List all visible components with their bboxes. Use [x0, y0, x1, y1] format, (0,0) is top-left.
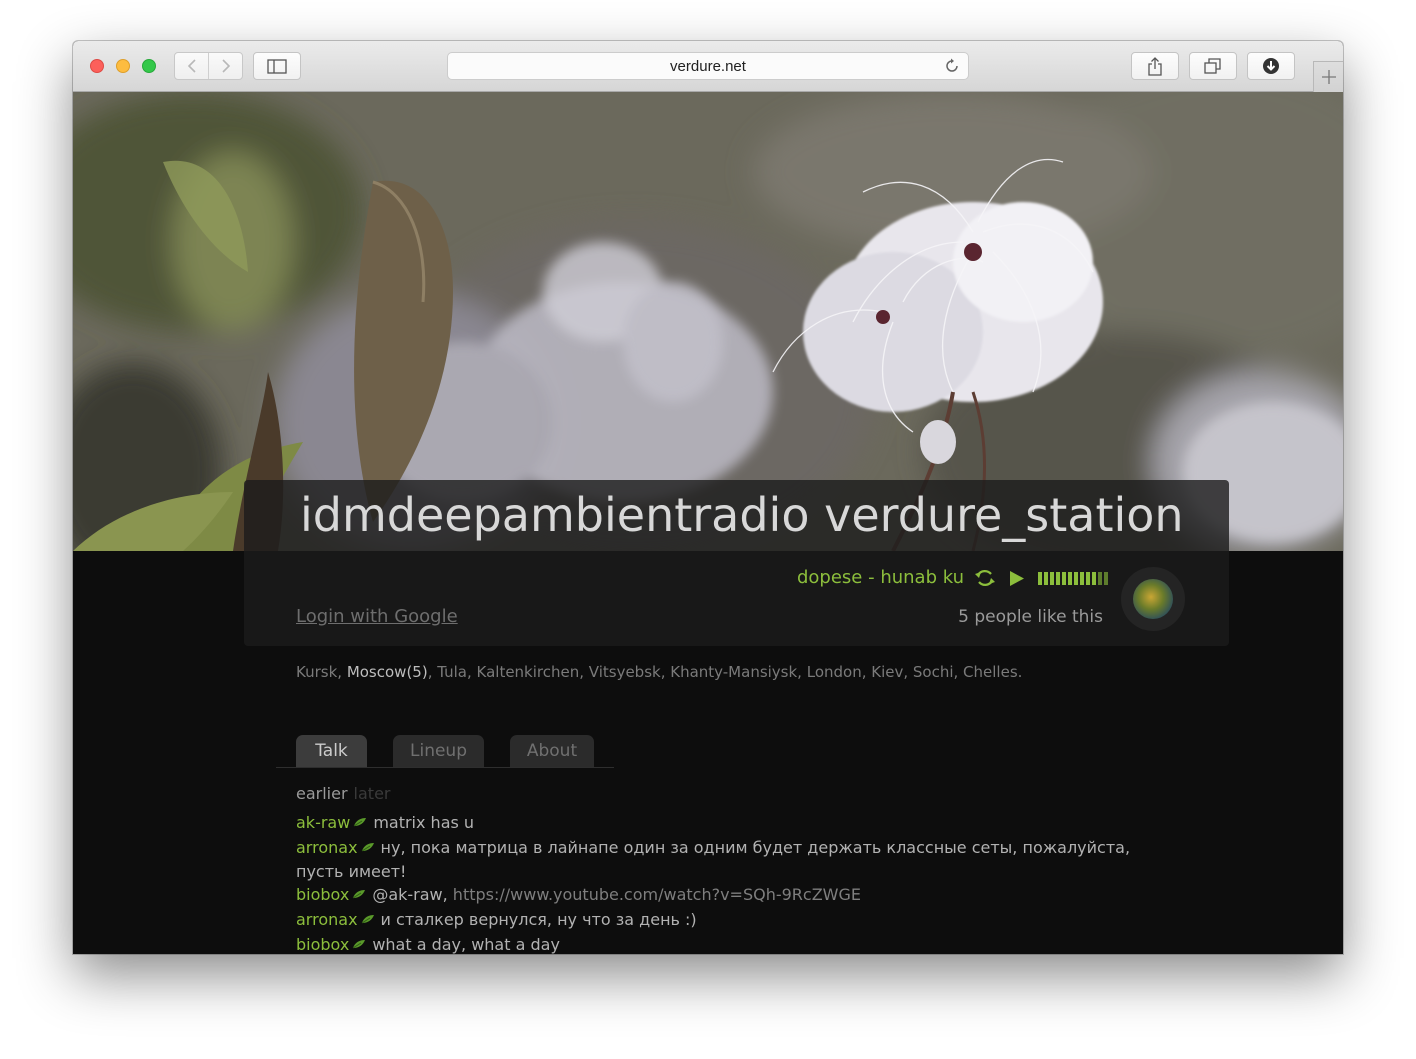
new-tab-button[interactable] — [1313, 61, 1343, 92]
chat-nick[interactable]: arronax — [296, 838, 358, 857]
content-tabs: Talk Lineup About — [276, 734, 614, 768]
address-bar[interactable]: verdure.net — [447, 52, 969, 80]
chat-nick[interactable]: ak-raw — [296, 813, 350, 832]
sidebar-toggle-button[interactable] — [253, 52, 301, 80]
level-bar — [1098, 572, 1102, 585]
dj-avatar[interactable] — [1121, 567, 1185, 631]
plus-icon — [1321, 70, 1336, 84]
share-icon — [1148, 56, 1162, 76]
reload-icon[interactable] — [944, 58, 960, 74]
chat-text: и сталкер вернулся, ну что за день :) — [380, 910, 697, 929]
chat-nick[interactable]: biobox — [296, 935, 349, 954]
cities-after: , Tula, Kaltenkirchen, Vitsyebsk, Khanty… — [427, 663, 1023, 681]
zoom-window-button[interactable] — [142, 59, 156, 73]
chat-text: ну, пока матрица в лайнапе один за одним… — [296, 838, 1131, 881]
chat-nick[interactable]: biobox — [296, 885, 349, 904]
history-navigation — [174, 52, 243, 80]
station-title: idmdeepambientradio verdure_station — [300, 488, 1184, 542]
chat-text: @ak-raw, — [372, 885, 453, 904]
leaf-icon — [353, 811, 367, 833]
chat-text: what a day, what a day — [372, 935, 560, 954]
shuffle-cycle-icon[interactable] — [974, 568, 996, 588]
level-bar — [1104, 572, 1108, 585]
chat-message: arronax ну, пока матрица в лайнапе один з… — [296, 836, 1176, 883]
level-bar — [1068, 572, 1072, 585]
browser-window: verdure.net idmdeepambientradio verdure_… — [73, 41, 1343, 954]
chevron-left-icon — [187, 59, 196, 73]
listener-cities: Kursk, Moscow(5), Tula, Kaltenkirchen, V… — [296, 663, 1022, 681]
level-bar — [1044, 572, 1048, 585]
tabs-overview-icon — [1204, 58, 1221, 74]
level-bar — [1038, 572, 1042, 585]
tab-lineup[interactable]: Lineup — [393, 735, 484, 767]
tab-about[interactable]: About — [510, 735, 594, 767]
close-window-button[interactable] — [90, 59, 104, 73]
forward-button[interactable] — [208, 53, 242, 79]
likes-count[interactable]: 5 people like this — [958, 607, 1103, 627]
chat-message: biobox @ak-raw, https://www.youtube.com/w… — [296, 883, 1176, 908]
chat-message: arronax и сталкер вернулся, ну что за ден… — [296, 908, 1176, 933]
download-icon — [1263, 58, 1279, 74]
share-button[interactable] — [1131, 52, 1179, 80]
minimize-window-button[interactable] — [116, 59, 130, 73]
play-icon[interactable] — [1009, 570, 1025, 587]
chat-nick[interactable]: arronax — [296, 910, 358, 929]
chat-message: ak-raw matrix has u — [296, 811, 1176, 836]
later-link[interactable]: later — [354, 784, 391, 803]
level-bar — [1062, 572, 1066, 585]
chevron-right-icon — [221, 59, 230, 73]
tabs-overview-button[interactable] — [1189, 52, 1237, 80]
tab-talk[interactable]: Talk — [296, 735, 367, 767]
chat-paging: earlier later — [296, 784, 391, 803]
browser-toolbar: verdure.net — [73, 41, 1343, 92]
earlier-link[interactable]: earlier — [296, 784, 348, 803]
leaf-icon — [361, 836, 375, 858]
level-bar — [1092, 572, 1096, 585]
cities-highlight: Moscow(5) — [346, 663, 428, 681]
chat-message: biobox what a day, what a day — [296, 933, 1176, 954]
level-bar — [1080, 572, 1084, 585]
chat-messages: ak-raw matrix has u arronax ну, пока матриц… — [296, 811, 1176, 954]
chat-link[interactable]: https://www.youtube.com/watch?v=SQh-9RcZ… — [453, 885, 861, 904]
leaf-icon — [352, 933, 366, 954]
station-panel: idmdeepambientradio verdure_station dope… — [244, 480, 1229, 646]
level-bar — [1056, 572, 1060, 585]
back-button[interactable] — [175, 53, 208, 79]
address-url: verdure.net — [670, 57, 746, 75]
chat-text: matrix has u — [373, 813, 475, 832]
leaf-icon — [361, 908, 375, 930]
level-bar — [1050, 572, 1054, 585]
level-bar — [1086, 572, 1090, 585]
level-bar — [1074, 572, 1078, 585]
login-with-google-link[interactable]: Login with Google — [296, 606, 458, 627]
leaf-icon — [352, 883, 366, 905]
sidebar-icon — [267, 58, 287, 74]
cities-before: Kursk, — [296, 663, 347, 681]
avatar-image — [1133, 579, 1173, 619]
volume-level-meter[interactable] — [1038, 572, 1108, 585]
downloads-button[interactable] — [1247, 52, 1295, 80]
now-playing-track: dopese - hunab ku — [796, 567, 964, 588]
